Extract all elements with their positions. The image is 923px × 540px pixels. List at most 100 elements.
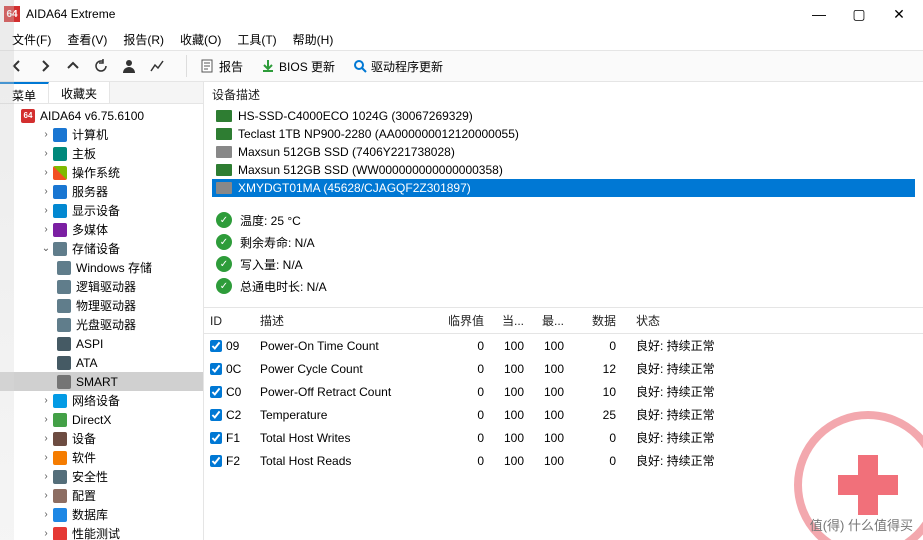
status-row: ✓ 写入量: N/A bbox=[212, 253, 915, 275]
device-row[interactable]: HS-SSD-C4000ECO 1024G (30067269329) bbox=[212, 107, 915, 125]
th-threshold[interactable]: 临界值 bbox=[434, 308, 490, 334]
chevron-right-icon: › bbox=[40, 129, 52, 140]
tree-item[interactable]: › 性能测试 bbox=[0, 524, 203, 540]
tree-item[interactable]: Windows 存储 bbox=[0, 258, 203, 277]
download-icon bbox=[261, 59, 275, 73]
tree-item[interactable]: SMART bbox=[0, 372, 203, 391]
tree-item[interactable]: 逻辑驱动器 bbox=[0, 277, 203, 296]
th-status[interactable]: 状态 bbox=[630, 308, 923, 334]
cell-id: C0 bbox=[226, 385, 241, 399]
table-row[interactable]: F2 Total Host Reads 0 100 100 0 良好: 持续正常 bbox=[204, 449, 923, 472]
tree-item-icon bbox=[53, 451, 67, 465]
row-checkbox[interactable] bbox=[210, 432, 222, 444]
table-row[interactable]: 0C Power Cycle Count 0 100 100 12 良好: 持续… bbox=[204, 357, 923, 380]
tree-item[interactable]: › 计算机 bbox=[0, 125, 203, 144]
cell-worst: 100 bbox=[530, 334, 570, 358]
device-row[interactable]: Teclast 1TB NP900-2280 (AA00000001212000… bbox=[212, 125, 915, 143]
device-label: Maxsun 512GB SSD (WW000000000000000358) bbox=[238, 163, 503, 177]
tree-item[interactable]: 光盘驱动器 bbox=[0, 315, 203, 334]
maximize-button[interactable]: ▢ bbox=[839, 0, 879, 28]
row-checkbox[interactable] bbox=[210, 386, 222, 398]
app-icon: 64 bbox=[4, 6, 20, 22]
tree-root[interactable]: 64 AIDA64 v6.75.6100 bbox=[0, 106, 203, 125]
device-row[interactable]: XMYDGT01MA (45628/CJAGQF2Z301897) bbox=[212, 179, 915, 197]
tree-item[interactable]: ATA bbox=[0, 353, 203, 372]
tree-item[interactable]: ASPI bbox=[0, 334, 203, 353]
close-button[interactable]: ✕ bbox=[879, 0, 919, 28]
refresh-button[interactable] bbox=[90, 55, 112, 77]
ok-icon: ✓ bbox=[216, 278, 232, 294]
tree-item[interactable]: › 数据库 bbox=[0, 505, 203, 524]
menu-report[interactable]: 报告(R) bbox=[117, 29, 170, 50]
tree-item-label: ATA bbox=[76, 356, 98, 370]
drive-icon bbox=[216, 182, 232, 194]
menu-file[interactable]: 文件(F) bbox=[6, 29, 57, 50]
minimize-button[interactable]: — bbox=[799, 0, 839, 28]
cell-threshold: 0 bbox=[434, 449, 490, 472]
tree-item-label: 软件 bbox=[72, 449, 96, 466]
tree-item[interactable]: › 服务器 bbox=[0, 182, 203, 201]
tree-item-icon bbox=[53, 508, 67, 522]
th-worst[interactable]: 最... bbox=[530, 308, 570, 334]
chevron-right-icon: › bbox=[40, 433, 52, 444]
sidebar-tab-menu[interactable]: 菜单 bbox=[0, 82, 49, 103]
sidebar-tab-favorites[interactable]: 收藏夹 bbox=[49, 82, 110, 103]
tree-item[interactable]: › 操作系统 bbox=[0, 163, 203, 182]
menu-favorites[interactable]: 收藏(O) bbox=[174, 29, 227, 50]
th-desc[interactable]: 描述 bbox=[254, 308, 434, 334]
tree-item[interactable]: › 安全性 bbox=[0, 467, 203, 486]
user-icon[interactable] bbox=[118, 55, 140, 77]
menu-tools[interactable]: 工具(T) bbox=[231, 29, 282, 50]
sidebar-tabs: 菜单 收藏夹 bbox=[0, 82, 203, 104]
row-checkbox[interactable] bbox=[210, 409, 222, 421]
tree-item-label: 设备 bbox=[72, 430, 96, 447]
bios-update-button[interactable]: BIOS 更新 bbox=[255, 56, 341, 77]
menu-view[interactable]: 查看(V) bbox=[61, 29, 113, 50]
tree-item-label: 网络设备 bbox=[72, 392, 120, 409]
tree-item-storage[interactable]: ⌄ 存储设备 bbox=[0, 239, 203, 258]
table-row[interactable]: F1 Total Host Writes 0 100 100 0 良好: 持续正… bbox=[204, 426, 923, 449]
cell-worst: 100 bbox=[530, 426, 570, 449]
tree-item-icon bbox=[53, 223, 67, 237]
table-row[interactable]: C2 Temperature 0 100 100 25 良好: 持续正常 bbox=[204, 403, 923, 426]
smart-table-wrap: ID 描述 临界值 当... 最... 数据 状态 09 Power-On Ti… bbox=[204, 307, 923, 540]
tree-item-icon bbox=[53, 432, 67, 446]
row-checkbox[interactable] bbox=[210, 455, 222, 467]
th-id[interactable]: ID bbox=[204, 308, 254, 334]
back-button[interactable] bbox=[6, 55, 28, 77]
tree-item[interactable]: › 网络设备 bbox=[0, 391, 203, 410]
chart-icon[interactable] bbox=[146, 55, 168, 77]
tree-item[interactable]: › DirectX bbox=[0, 410, 203, 429]
tree-storage-label: 存储设备 bbox=[72, 240, 120, 257]
tree-item[interactable]: › 软件 bbox=[0, 448, 203, 467]
tree-item[interactable]: › 设备 bbox=[0, 429, 203, 448]
forward-button[interactable] bbox=[34, 55, 56, 77]
tree-item-icon bbox=[53, 204, 67, 218]
tree-item[interactable]: › 显示设备 bbox=[0, 201, 203, 220]
cell-worst: 100 bbox=[530, 449, 570, 472]
up-button[interactable] bbox=[62, 55, 84, 77]
storage-icon bbox=[53, 242, 67, 256]
cell-current: 100 bbox=[490, 380, 530, 403]
device-row[interactable]: Maxsun 512GB SSD (WW000000000000000358) bbox=[212, 161, 915, 179]
chevron-right-icon: › bbox=[40, 148, 52, 159]
cell-worst: 100 bbox=[530, 403, 570, 426]
tree-item[interactable]: › 多媒体 bbox=[0, 220, 203, 239]
th-raw[interactable]: 数据 bbox=[570, 308, 630, 334]
toolbar: 报告 BIOS 更新 驱动程序更新 bbox=[0, 50, 923, 82]
row-checkbox[interactable] bbox=[210, 363, 222, 375]
tree-item[interactable]: › 配置 bbox=[0, 486, 203, 505]
tree-item[interactable]: › 主板 bbox=[0, 144, 203, 163]
device-row[interactable]: Maxsun 512GB SSD (7406Y221738028) bbox=[212, 143, 915, 161]
report-button[interactable]: 报告 bbox=[193, 56, 249, 77]
tree-item-icon bbox=[57, 337, 71, 351]
driver-update-button[interactable]: 驱动程序更新 bbox=[347, 56, 449, 77]
th-current[interactable]: 当... bbox=[490, 308, 530, 334]
table-row[interactable]: C0 Power-Off Retract Count 0 100 100 10 … bbox=[204, 380, 923, 403]
row-checkbox[interactable] bbox=[210, 340, 222, 352]
menu-help[interactable]: 帮助(H) bbox=[287, 29, 340, 50]
table-row[interactable]: 09 Power-On Time Count 0 100 100 0 良好: 持… bbox=[204, 334, 923, 358]
cell-raw: 0 bbox=[570, 449, 630, 472]
tree-item[interactable]: 物理驱动器 bbox=[0, 296, 203, 315]
cell-threshold: 0 bbox=[434, 357, 490, 380]
